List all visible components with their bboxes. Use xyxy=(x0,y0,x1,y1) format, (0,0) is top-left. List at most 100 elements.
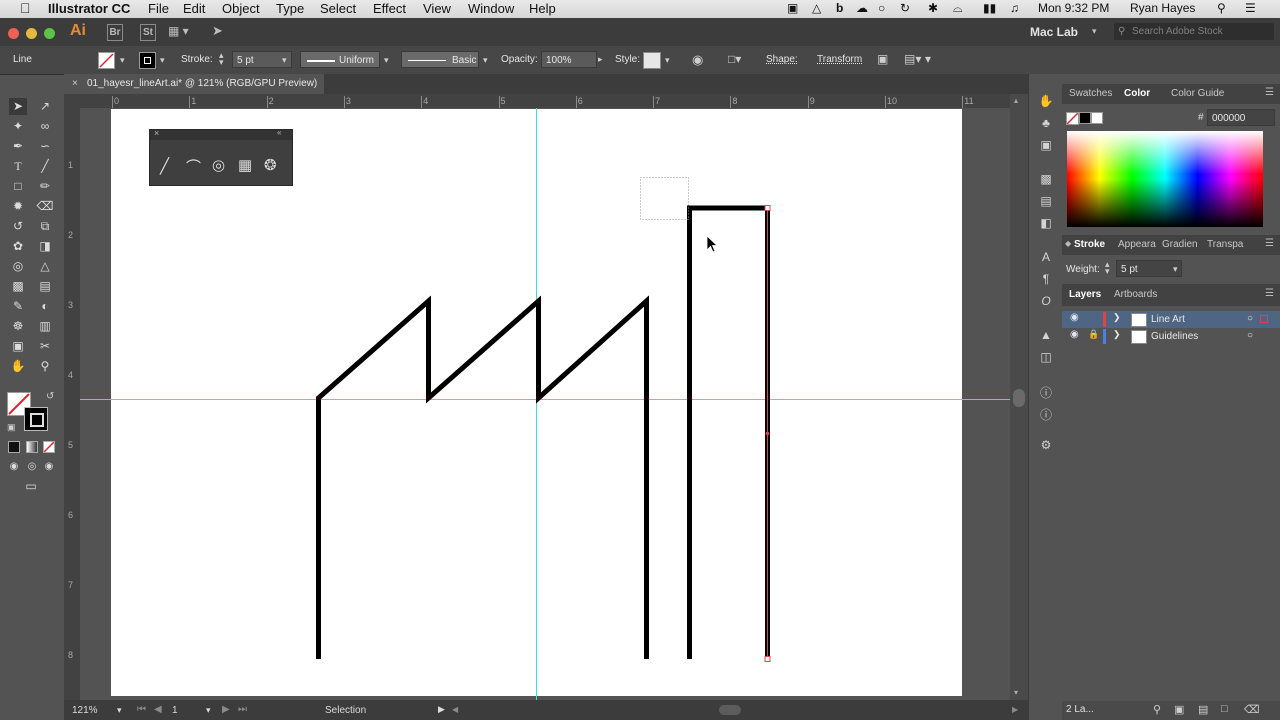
current-tool-status[interactable]: Selection xyxy=(325,705,366,716)
symbols-panel-icon[interactable]: ♣ xyxy=(1037,116,1055,132)
tab-artboards[interactable]: Artboards xyxy=(1114,289,1157,300)
info-panel-icon[interactable]: ⓘ xyxy=(1037,384,1055,400)
delete-layer-icon[interactable]: ⌫ xyxy=(1244,703,1260,716)
new-layer-icon[interactable]: □ xyxy=(1221,703,1228,715)
stroke-panel-menu-icon[interactable]: ☰ xyxy=(1265,238,1274,249)
zigzag-roof-line[interactable] xyxy=(316,295,649,659)
layers-footer: 2 La... ⚲ ▣ ▤ □ ⌫ xyxy=(1062,701,1280,720)
tab-stroke[interactable]: Stroke xyxy=(1074,239,1105,250)
last-artboard-icon[interactable]: ⏭ xyxy=(238,704,247,715)
rectangular-grid-tool-icon[interactable]: ▦ xyxy=(238,156,252,174)
h-ruler-tick xyxy=(885,96,886,108)
asset-export-panel-icon[interactable]: ◫ xyxy=(1037,350,1055,366)
make-clipping-mask-icon[interactable]: ▣ xyxy=(1174,703,1184,716)
target-indicator-icon[interactable]: ○ xyxy=(1247,330,1253,341)
graphic-styles-panel-icon[interactable]: ▣ xyxy=(1037,138,1055,154)
v-ruler-tick-label: 5 xyxy=(68,440,74,450)
document-info-panel-icon[interactable]: ⓘ xyxy=(1037,406,1055,422)
align-panel-icon[interactable]: ▤ xyxy=(1037,194,1055,210)
h-ruler-tick-label: 2 xyxy=(268,96,274,106)
layers-panel-menu-icon[interactable]: ☰ xyxy=(1265,288,1274,299)
tab-layers[interactable]: Layers xyxy=(1069,289,1101,300)
status-bar: 121% ▾ ⏮ ◀ 1 ▾ ▶ ⏭ Selection ▶ ◀ ▶ xyxy=(64,700,1028,720)
tab-swatches[interactable]: Swatches xyxy=(1069,88,1112,99)
vertical-scroll-thumb[interactable] xyxy=(1013,389,1025,407)
layer-row-guidelines[interactable]: ◉ 🔒 ❯ Guidelines ○ xyxy=(1062,328,1280,345)
scroll-right-icon[interactable]: ▶ xyxy=(1012,705,1018,714)
layer-name[interactable]: Line Art xyxy=(1151,314,1185,325)
opentype-panel-icon[interactable]: O xyxy=(1037,294,1055,310)
first-artboard-icon[interactable]: ⏮ xyxy=(137,704,146,715)
artboard-chevron-icon[interactable]: ▾ xyxy=(206,705,211,716)
h-ruler-tick-label: 7 xyxy=(655,96,661,106)
character-panel-icon[interactable]: A xyxy=(1037,250,1055,266)
anchor-point-top[interactable] xyxy=(764,205,771,211)
vertical-scrollbar[interactable]: ▴ ▾ xyxy=(1010,94,1028,700)
arc-tool-icon[interactable]: ⌒ xyxy=(186,156,201,177)
new-sublayer-icon[interactable]: ▤ xyxy=(1198,703,1208,716)
h-ruler-tick xyxy=(730,96,732,108)
expand-layer-icon[interactable]: ❯ xyxy=(1113,329,1121,340)
lock-icon[interactable]: 🔒 xyxy=(1088,329,1099,340)
h-ruler-tick xyxy=(112,96,113,108)
stroke-panel-tabs: ◆ Stroke Appeara Gradien Transpa ☰ xyxy=(1062,235,1280,255)
scroll-down-icon[interactable]: ▾ xyxy=(1014,688,1018,697)
anchor-point-bottom[interactable] xyxy=(764,656,771,662)
polar-grid-tool-icon[interactable]: ❂ xyxy=(264,156,277,174)
artboard-number-field[interactable]: 1 xyxy=(172,705,178,716)
h-ruler-tick-label: 9 xyxy=(809,96,815,106)
layer-row-line-art[interactable]: ◉ ❯ Line Art ○ xyxy=(1062,311,1280,328)
brushes-panel-icon[interactable]: ✋ xyxy=(1037,94,1055,110)
target-indicator-icon[interactable]: ○ xyxy=(1247,313,1253,324)
color-spectrum[interactable] xyxy=(1067,131,1263,227)
flyout-collapse-icon[interactable]: « xyxy=(277,128,281,137)
center-point xyxy=(765,431,770,436)
visibility-eye-icon[interactable]: ◉ xyxy=(1070,329,1079,340)
weight-stepper-icon[interactable]: ▴ ▾ xyxy=(1105,260,1110,276)
previous-artboard-icon[interactable]: ◀ xyxy=(154,704,162,715)
color-white-icon[interactable] xyxy=(1091,112,1103,124)
stroke-panel-toggle-icon[interactable]: ◆ xyxy=(1065,239,1071,248)
flyout-title-bar[interactable]: × « xyxy=(150,128,292,140)
image-trace-panel-icon[interactable]: ▲ xyxy=(1037,328,1055,344)
status-menu-arrow-icon[interactable]: ▶ xyxy=(438,704,445,715)
layer-color-bar xyxy=(1103,312,1106,327)
tab-color[interactable]: Color xyxy=(1124,88,1150,99)
horizontal-scroll-thumb[interactable] xyxy=(719,705,741,715)
h-ruler-tick-label: 0 xyxy=(114,96,120,106)
v-ruler-tick-label: 2 xyxy=(68,230,74,240)
tab-gradient[interactable]: Gradien xyxy=(1162,239,1198,250)
color-panel-menu-icon[interactable]: ☰ xyxy=(1265,87,1274,98)
tab-appearance[interactable]: Appeara xyxy=(1118,239,1156,250)
spiral-tool-icon[interactable]: ◎ xyxy=(212,156,225,174)
pathfinder-panel-icon[interactable]: ◧ xyxy=(1037,216,1055,232)
next-artboard-icon[interactable]: ▶ xyxy=(222,704,230,715)
hex-value-field[interactable]: 000000 xyxy=(1207,109,1275,126)
locate-object-icon[interactable]: ⚲ xyxy=(1153,703,1161,716)
collapsed-panels-column: ✋ ♣ ▣ ▩ ▤ ◧ A ¶ O ▲ ◫ ⓘ ⓘ ⚙ xyxy=(1028,74,1063,720)
scroll-up-icon[interactable]: ▴ xyxy=(1014,96,1018,105)
h-ruler-tick-label: 10 xyxy=(887,96,898,106)
tab-color-guide[interactable]: Color Guide xyxy=(1171,88,1224,99)
expand-layer-icon[interactable]: ❯ xyxy=(1113,312,1121,323)
visibility-eye-icon[interactable]: ◉ xyxy=(1070,312,1079,323)
tab-transparency[interactable]: Transpa xyxy=(1207,239,1243,250)
paragraph-panel-icon[interactable]: ¶ xyxy=(1037,272,1055,288)
transform-panel-icon[interactable]: ▩ xyxy=(1037,172,1055,188)
color-black-icon[interactable] xyxy=(1079,112,1091,124)
zoom-level-field[interactable]: 121% xyxy=(72,705,98,716)
weight-label: Weight: xyxy=(1066,264,1100,275)
layer-color-bar xyxy=(1103,329,1106,344)
layer-name[interactable]: Guidelines xyxy=(1151,331,1198,342)
flyout-close-icon[interactable]: × xyxy=(154,128,159,138)
selection-indicator-icon[interactable] xyxy=(1260,315,1268,323)
chimney-line[interactable] xyxy=(687,205,768,659)
weight-chevron-icon[interactable]: ▾ xyxy=(1173,264,1178,275)
hex-label: # xyxy=(1198,112,1204,123)
zoom-chevron-icon[interactable]: ▾ xyxy=(117,705,122,716)
mouse-cursor-icon xyxy=(706,235,719,253)
line-segment-icon[interactable]: ╱ xyxy=(160,157,169,175)
color-fill-none-icon[interactable] xyxy=(1066,112,1079,125)
scroll-left-icon[interactable]: ◀ xyxy=(452,705,458,714)
settings-panel-icon[interactable]: ⚙ xyxy=(1037,438,1055,454)
